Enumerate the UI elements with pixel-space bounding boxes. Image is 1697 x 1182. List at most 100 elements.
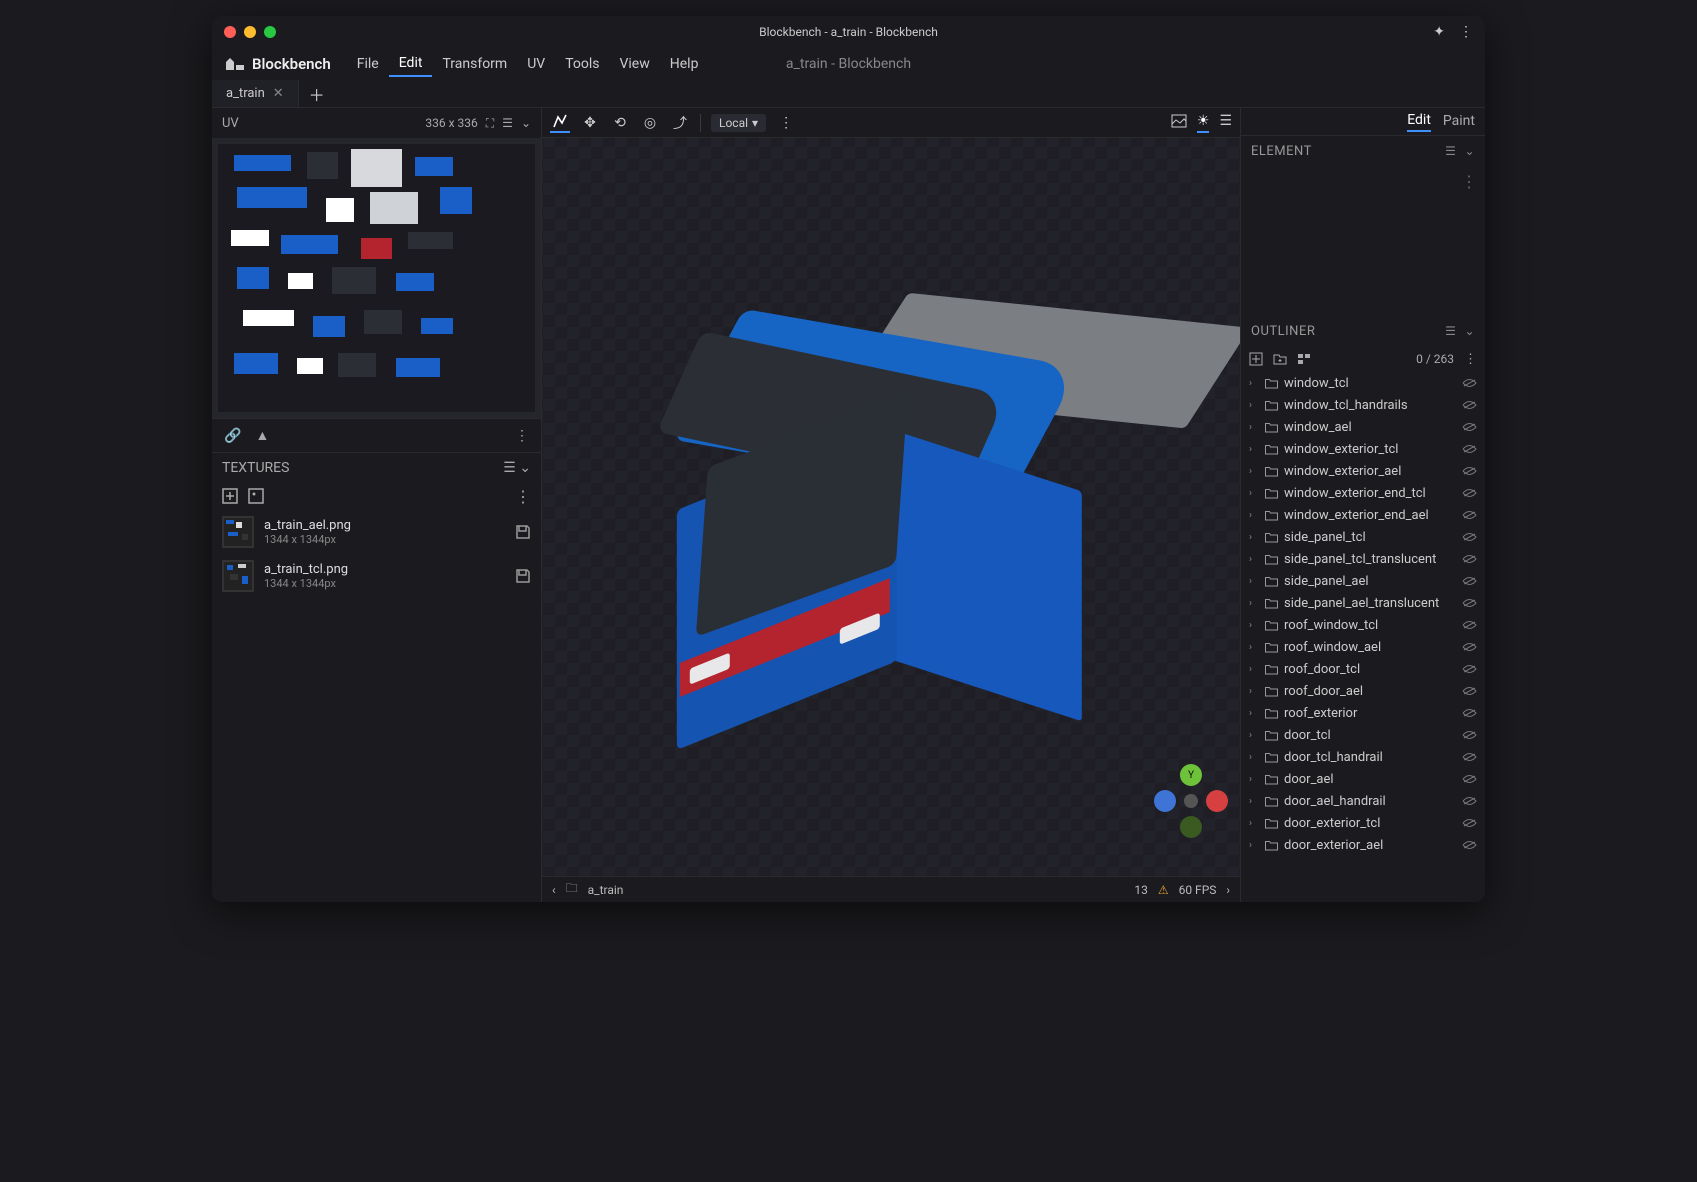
visibility-icon[interactable] [1462,730,1477,740]
visibility-icon[interactable] [1462,510,1477,520]
close-icon[interactable]: ✕ [273,86,284,101]
chevron-right-icon[interactable]: › [1249,840,1259,851]
toggle-options-button[interactable] [1297,352,1311,366]
add-texture-button[interactable] [222,488,238,504]
mode-tab-paint[interactable]: Paint [1443,113,1475,131]
chevron-right-icon[interactable]: › [1249,730,1259,741]
outliner-item[interactable]: ›roof_window_tcl [1241,614,1485,636]
outliner-item[interactable]: ›side_panel_ael [1241,570,1485,592]
outliner-tree[interactable]: ›window_tcl›window_tcl_handrails›window_… [1241,372,1485,902]
save-icon[interactable] [515,568,531,584]
menu-file[interactable]: File [347,52,389,76]
add-group-button[interactable] [1273,352,1287,366]
link-icon[interactable]: 🔗 [224,428,241,444]
extensions-icon[interactable]: ✦ [1433,24,1445,40]
visibility-icon[interactable] [1462,400,1477,410]
outliner-item[interactable]: ›window_tcl_handrails [1241,394,1485,416]
transform-space-selector[interactable]: Local ▾ [711,114,766,132]
chevron-right-icon[interactable]: › [1249,378,1259,389]
settings-icon[interactable]: ☰ [502,116,513,130]
minimize-window-button[interactable] [244,26,256,38]
outliner-item[interactable]: ›side_panel_tcl_translucent [1241,548,1485,570]
breadcrumb-back-icon[interactable]: ‹ [552,883,556,897]
toolbar-kebab-icon[interactable]: ⋮ [776,113,796,133]
outliner-item[interactable]: ›roof_exterior [1241,702,1485,724]
outliner-item[interactable]: ›door_ael_handrail [1241,790,1485,812]
background-icon[interactable] [1171,113,1187,133]
visibility-icon[interactable] [1462,620,1477,630]
warning-icon[interactable]: ⚠ [1158,883,1169,897]
chevron-down-icon[interactable]: ⌄ [1464,324,1475,338]
menu-edit[interactable]: Edit [389,51,433,77]
chevron-right-icon[interactable]: › [1249,488,1259,499]
visibility-icon[interactable] [1462,774,1477,784]
add-cube-button[interactable] [1249,352,1263,366]
settings-icon[interactable]: ☰ [1445,324,1456,338]
chevron-right-icon[interactable]: › [1249,554,1259,565]
visibility-icon[interactable] [1462,554,1477,564]
app-logo[interactable]: Blockbench [224,55,331,73]
viewport-3d[interactable]: Y [542,138,1240,876]
rotate-tool-icon[interactable]: ⟲ [610,113,630,133]
visibility-icon[interactable] [1462,444,1477,454]
chevron-right-icon[interactable]: › [1249,642,1259,653]
chevron-right-icon[interactable]: › [1249,664,1259,675]
chevron-right-icon[interactable]: › [1249,708,1259,719]
visibility-icon[interactable] [1462,598,1477,608]
axis-neg-y-icon[interactable] [1180,816,1202,838]
axis-x-icon[interactable] [1206,790,1228,812]
chevron-right-icon[interactable]: › [1249,620,1259,631]
chevron-right-icon[interactable]: › [1249,532,1259,543]
outliner-item[interactable]: ›door_exterior_ael [1241,834,1485,856]
chevron-right-icon[interactable]: › [1249,796,1259,807]
outliner-item[interactable]: ›door_ael [1241,768,1485,790]
chevron-right-icon[interactable]: › [1249,444,1259,455]
kebab-menu-icon[interactable]: ⋮ [1459,24,1473,40]
add-tab-button[interactable]: ＋ [299,80,335,107]
chevron-right-icon[interactable]: › [1249,774,1259,785]
outliner-item[interactable]: ›door_tcl_handrail [1241,746,1485,768]
orientation-gizmo[interactable]: Y [1156,766,1226,836]
mode-tab-edit[interactable]: Edit [1407,112,1431,132]
menu-view[interactable]: View [609,52,659,76]
mirror-icon[interactable]: ▲ [255,427,269,444]
visibility-icon[interactable] [1462,686,1477,696]
fullscreen-icon[interactable]: ⛶ [486,116,494,131]
project-tab[interactable]: a_train ✕ [212,80,299,107]
outliner-item[interactable]: ›window_ael [1241,416,1485,438]
outliner-item[interactable]: ›side_panel_tcl [1241,526,1485,548]
translate-tool-icon[interactable]: ✥ [580,113,600,133]
outliner-item[interactable]: ›window_exterior_end_ael [1241,504,1485,526]
visibility-icon[interactable] [1462,840,1477,850]
visibility-icon[interactable] [1462,576,1477,586]
menu-uv[interactable]: UV [517,52,555,76]
outliner-item[interactable]: ›roof_door_ael [1241,680,1485,702]
visibility-icon[interactable] [1462,708,1477,718]
move-tool-icon[interactable] [550,113,570,133]
visibility-icon[interactable] [1462,378,1477,388]
uv-kebab-icon[interactable]: ⋮ [515,428,529,444]
visibility-icon[interactable] [1462,466,1477,476]
viewport-menu-icon[interactable]: ☰ [1219,113,1232,133]
save-icon[interactable] [515,524,531,540]
pivot-tool-icon[interactable]: ◎ [640,113,660,133]
chevron-down-icon[interactable]: ⌄ [521,116,531,130]
outliner-item[interactable]: ›window_exterior_tcl [1241,438,1485,460]
visibility-icon[interactable] [1462,532,1477,542]
close-window-button[interactable] [224,26,236,38]
settings-icon[interactable]: ☰ [503,460,516,476]
outliner-kebab-icon[interactable]: ⋮ [1464,352,1477,367]
visibility-icon[interactable] [1462,642,1477,652]
visibility-icon[interactable] [1462,664,1477,674]
breadcrumb-forward-icon[interactable]: › [1226,883,1230,897]
chevron-right-icon[interactable]: › [1249,598,1259,609]
visibility-icon[interactable] [1462,796,1477,806]
outliner-item[interactable]: ›side_panel_ael_translucent [1241,592,1485,614]
maximize-window-button[interactable] [264,26,276,38]
texture-item[interactable]: a_train_ael.png 1344 x 1344px [212,510,541,554]
outliner-item[interactable]: ›window_exterior_ael [1241,460,1485,482]
import-texture-button[interactable] [248,488,264,504]
visibility-icon[interactable] [1462,752,1477,762]
texture-item[interactable]: a_train_tcl.png 1344 x 1344px [212,554,541,598]
axis-z-icon[interactable] [1154,790,1176,812]
